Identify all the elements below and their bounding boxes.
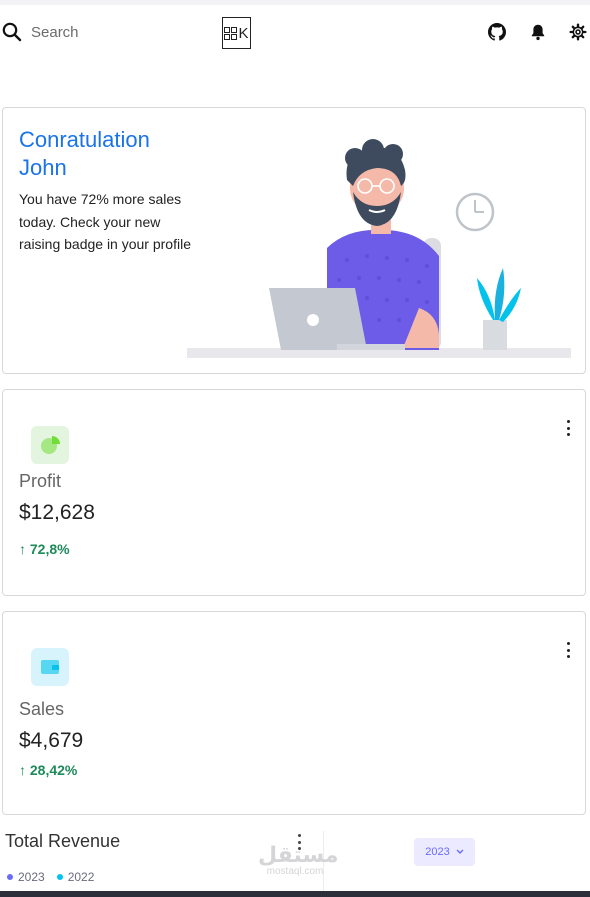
watermark: مستقل mostaql.com: [258, 842, 339, 878]
bell-icon[interactable]: [529, 23, 547, 41]
legend-dot-icon: [7, 874, 13, 880]
year-select-button[interactable]: 2023: [414, 838, 475, 866]
watermark-sub: mostaql.com: [266, 866, 324, 877]
legend-dot-icon: [56, 874, 63, 880]
github-icon[interactable]: [488, 23, 506, 41]
man-with-laptop-illustration: [187, 139, 571, 358]
profit-value: $12,628: [19, 501, 95, 524]
year-select-label: 2023: [425, 846, 450, 858]
total-revenue-title: Total Revenue: [5, 831, 121, 851]
logo-letter: K: [238, 24, 249, 42]
greeting-text: You have 72% more sales today. Check you…: [19, 191, 191, 252]
search-icon: [2, 22, 22, 42]
profit-change: ↑ 72,8%: [19, 541, 70, 557]
sales-change: ↑ 28,42%: [19, 762, 78, 778]
more-options-icon[interactable]: [564, 642, 572, 658]
profit-label: Profit: [19, 471, 62, 491]
greeting-title: Conratulation John: [19, 127, 150, 180]
legend-label: 2022: [67, 870, 95, 884]
more-options-icon[interactable]: [564, 420, 572, 436]
sales-label: Sales: [19, 699, 65, 719]
wallet-icon: [31, 648, 69, 686]
profit-card: Profit $12,628 ↑ 72,8%: [2, 389, 586, 596]
logo[interactable]: K: [222, 17, 251, 49]
chevron-down-icon: [456, 849, 464, 854]
top-navbar: K: [0, 12, 590, 54]
revenue-legend: 2023 2022: [7, 870, 94, 884]
search-bar[interactable]: [2, 22, 181, 42]
pie-chart-icon: [31, 426, 69, 464]
sales-value: $4,679: [19, 729, 84, 752]
sales-card: Sales $4,679 ↑ 28,42%: [2, 611, 586, 815]
watermark-main: مستقل: [258, 842, 339, 867]
search-input[interactable]: [31, 23, 181, 41]
gear-icon[interactable]: [569, 23, 587, 41]
legend-item-2022: 2022: [56, 870, 95, 884]
congratulations-card: Conratulation John You have 72% more sal…: [2, 107, 586, 374]
top-strip: [0, 0, 590, 5]
legend-item-2023: 2023: [7, 870, 45, 884]
legend-label: 2023: [18, 870, 45, 884]
bottom-bar: [0, 891, 590, 897]
logo-mark-icon: [224, 26, 238, 40]
